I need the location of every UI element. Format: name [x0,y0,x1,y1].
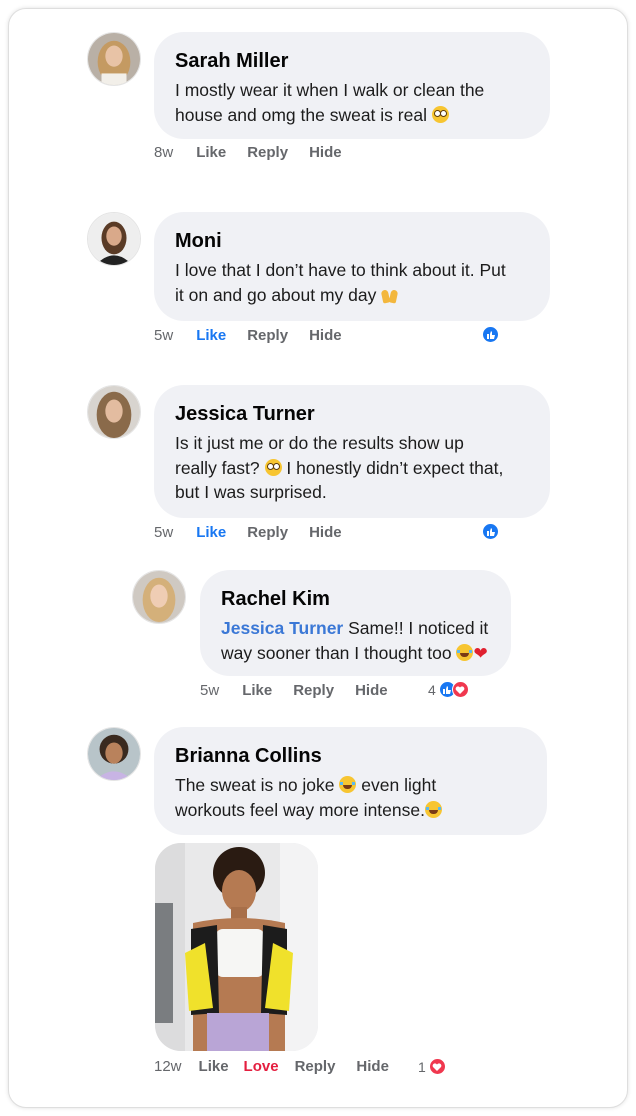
author-name[interactable]: Jessica Turner [175,403,528,425]
reply-button[interactable]: Reply [247,144,288,161]
timestamp[interactable]: 5w [200,682,219,699]
timestamp[interactable]: 5w [154,327,173,344]
comment-text-line: The sweat is no joke [175,775,335,795]
comment-bubble: Moni I love that I don’t have to think a… [154,212,550,321]
joy-face-emoji [424,800,442,818]
comment-actions: 5w Like Reply Hide [200,682,409,699]
red-heart-emoji: ❤ [473,643,488,663]
reaction-summary[interactable] [482,326,499,343]
comment-text-line: I love that I don’t have to think about … [175,260,506,280]
reaction-summary[interactable]: 1 [418,1058,446,1075]
hide-button[interactable]: Hide [309,524,342,541]
timestamp[interactable]: 5w [154,524,173,541]
reply-button[interactable]: Reply [247,327,288,344]
comment-text-line: Is it just me or do the results show up [175,433,464,453]
comment-photo[interactable] [155,843,318,1051]
comment-text-line: Same!! I noticed it [348,618,489,638]
raising-hands-emoji [381,286,398,303]
like-button[interactable]: Like [196,327,226,344]
timestamp[interactable]: 8w [154,144,173,161]
avatar-rachel[interactable] [132,570,186,624]
avatar-moni[interactable] [87,212,141,266]
comment-text-line: even light [361,775,437,795]
comment-text-line: really fast? [175,457,260,478]
reply-bubble: Rachel Kim Jessica Turner Same!! I notic… [200,570,511,676]
crying-face-emoji [456,643,474,661]
reply-button[interactable]: Reply [295,1058,336,1075]
reply-button[interactable]: Reply [293,682,334,699]
comment-bubble: Sarah Miller I mostly wear it when I wal… [154,32,550,139]
love-reaction-button[interactable]: Love [244,1058,279,1075]
flushed-face-emoji [264,458,282,476]
avatar-jessica[interactable] [87,385,141,439]
comment-text-line: it on and go about my day [175,284,377,305]
like-reaction-icon [482,523,499,540]
like-reaction-icon [482,326,499,343]
comment-text-line: house and omg the sweat is real [175,104,427,125]
joy-face-emoji [339,776,357,793]
comment-text-line: workouts feel way more intense. [175,799,425,820]
love-reaction-icon [451,681,469,698]
author-name[interactable]: Rachel Kim [221,588,489,610]
timestamp[interactable]: 12w [154,1058,182,1075]
author-name[interactable]: Sarah Miller [175,50,528,72]
reaction-summary[interactable] [482,523,499,540]
comment-text-line: I mostly wear it when I walk or clean th… [175,80,485,100]
comment-text-line: I honestly didn’t expect that, [286,457,504,478]
avatar-brianna[interactable] [87,727,141,781]
comment-text: I love that I don’t have to think about … [175,258,528,307]
comment-bubble: Jessica Turner Is it just me or do the r… [154,385,550,518]
love-reaction-icon [428,1058,446,1075]
comment-actions: 12w Like Love Reply Hide [154,1058,410,1075]
hide-button[interactable]: Hide [309,327,342,344]
author-name[interactable]: Brianna Collins [175,745,525,767]
hide-button[interactable]: Hide [356,1058,389,1075]
comment-text: Jessica Turner Same!! I noticed it way s… [221,616,489,665]
hide-button[interactable]: Hide [309,144,342,161]
like-button[interactable]: Like [196,144,226,161]
hide-button[interactable]: Hide [355,682,388,699]
comment-actions: 8w Like Reply Hide [154,144,363,161]
comment-actions: 5w Like Reply Hide [154,327,363,344]
like-button[interactable]: Like [196,524,226,541]
comment-text-line: way sooner than I thought too [221,642,452,663]
reaction-count: 4 [428,681,436,698]
flushed-face-emoji [431,105,449,123]
comments-card [8,8,628,1108]
author-name[interactable]: Moni [175,230,528,252]
comment-bubble: Brianna Collins The sweat is no joke eve… [154,727,547,835]
comment-text-line: but I was surprised. [175,482,327,502]
comment-text: Is it just me or do the results show up … [175,431,528,505]
like-button[interactable]: Like [199,1058,229,1075]
reply-button[interactable]: Reply [247,524,288,541]
reaction-count: 1 [418,1058,426,1075]
avatar-sarah[interactable] [87,32,141,86]
reaction-summary[interactable]: 4 [428,681,469,698]
mention-link[interactable]: Jessica Turner [221,618,343,638]
like-button[interactable]: Like [242,682,272,699]
comment-actions: 5w Like Reply Hide [154,524,363,541]
comment-text: I mostly wear it when I walk or clean th… [175,78,528,127]
comment-text: The sweat is no joke even light workouts… [175,773,525,822]
